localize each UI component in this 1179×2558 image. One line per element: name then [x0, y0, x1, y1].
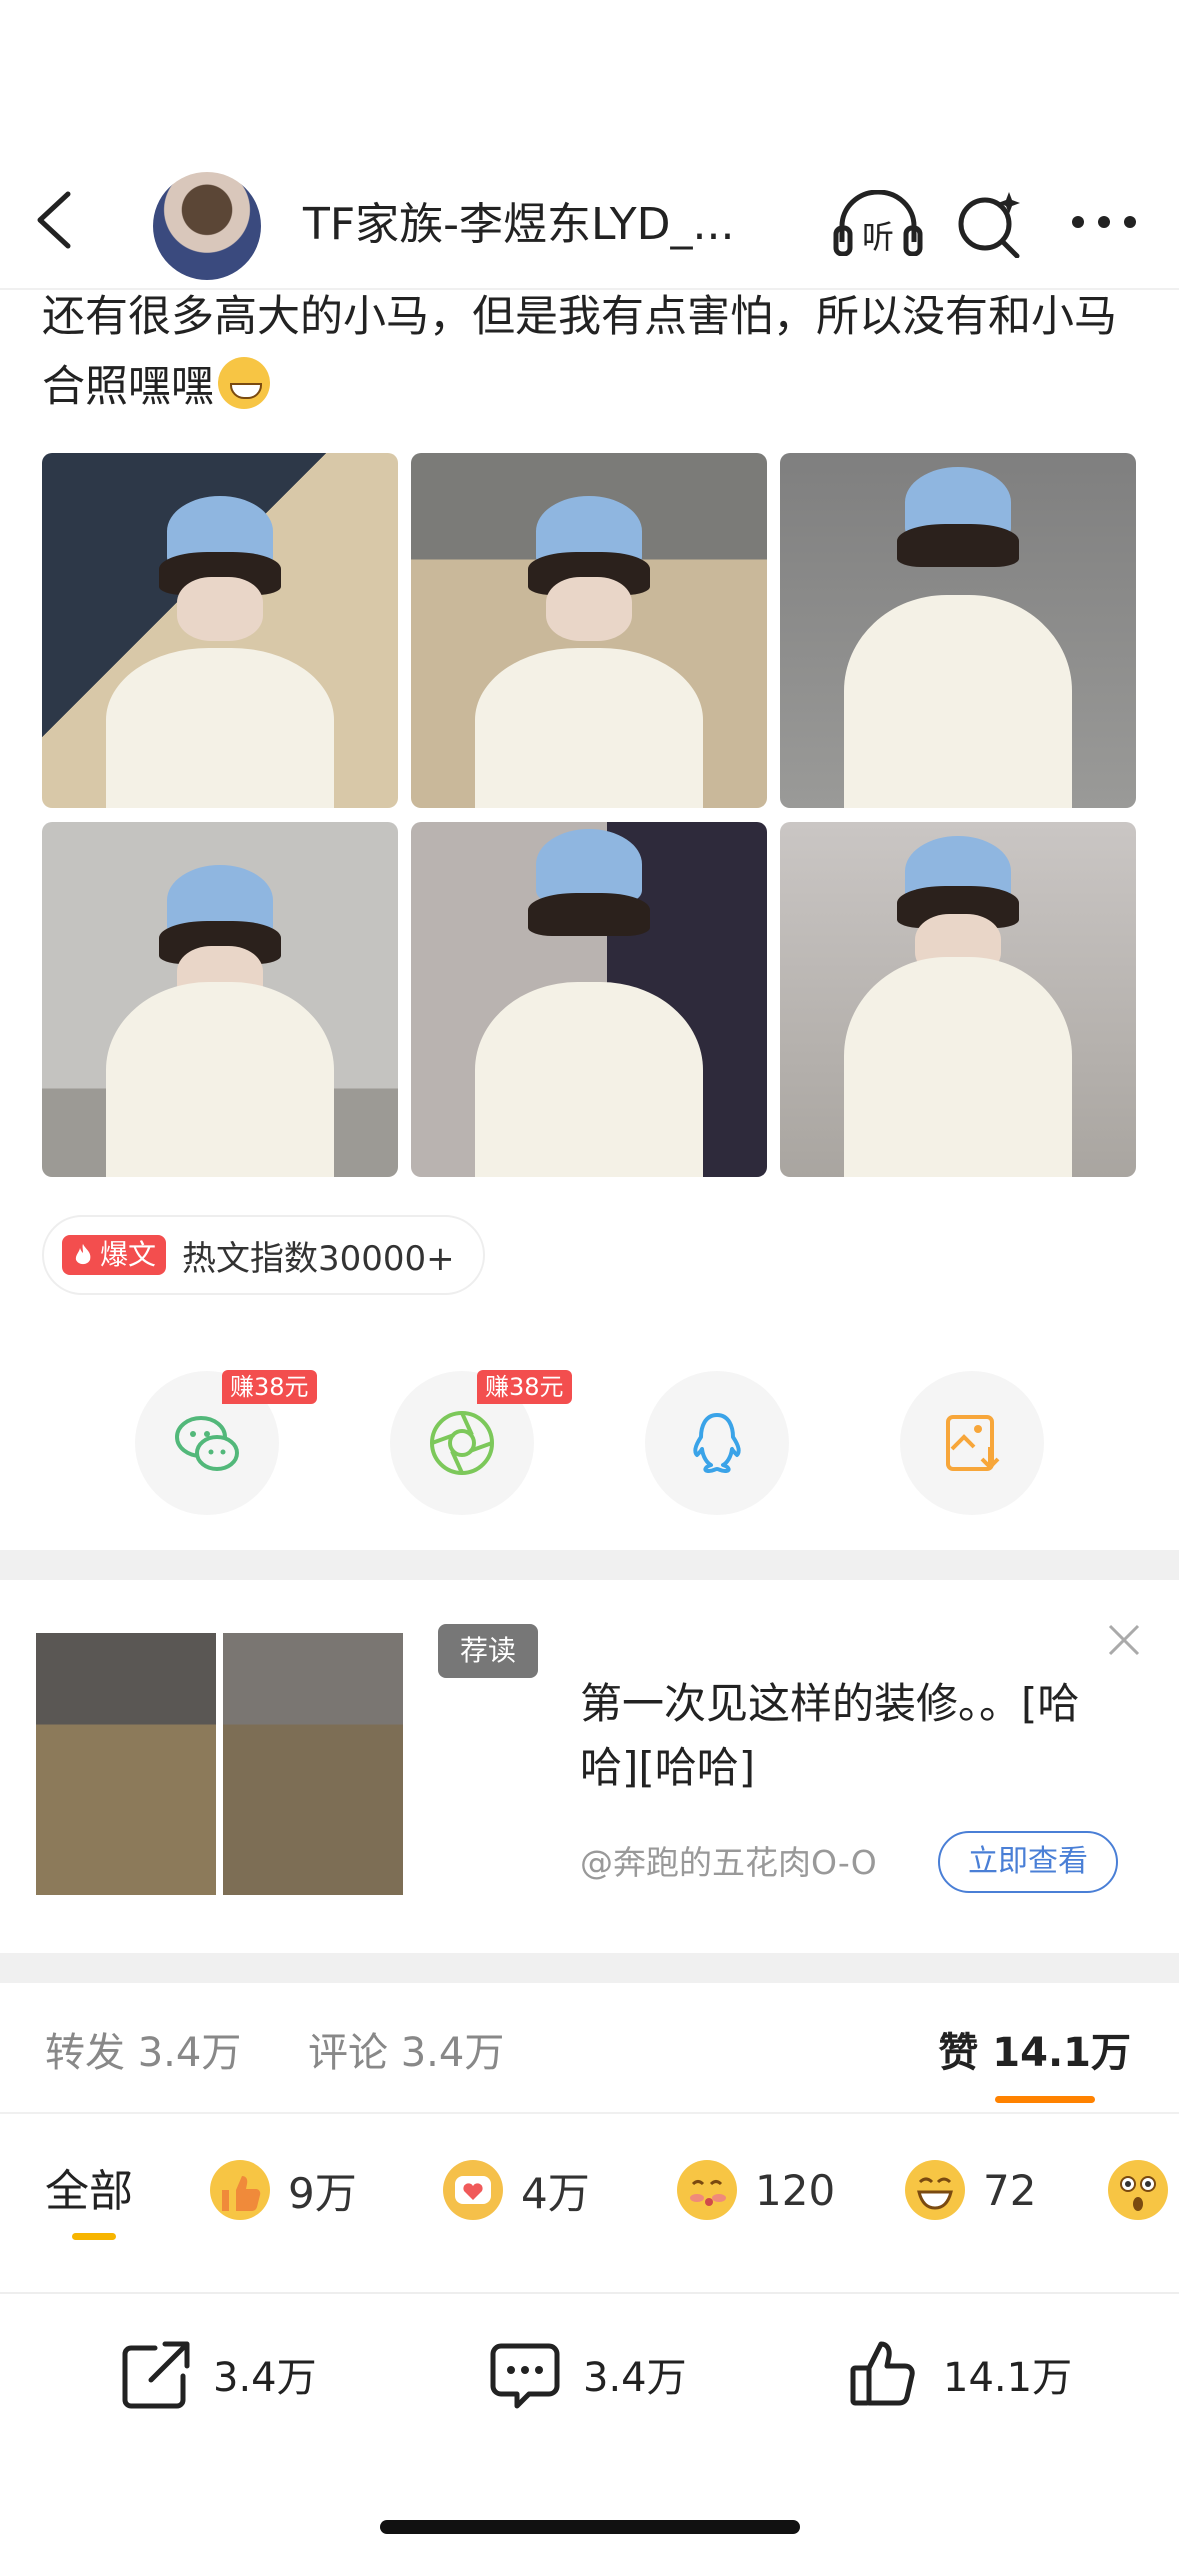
reaction-laugh[interactable]: 72 — [905, 2155, 1036, 2225]
photo-6[interactable] — [780, 822, 1136, 1177]
ad-image-1[interactable] — [36, 1633, 216, 1895]
listen-headphones-icon[interactable]: 听 — [832, 190, 924, 256]
top-nav-bar: TF家族-李煜东LYD_... 听 — [0, 150, 1179, 290]
tab-comment[interactable]: 评论 3.4万 — [308, 2020, 504, 2078]
reaction-filter-all[interactable]: 全部 — [45, 2155, 133, 2219]
search-sparkle-icon[interactable] — [955, 188, 1025, 258]
surprised-emoji-icon — [1108, 2160, 1168, 2220]
photo-3[interactable] — [780, 453, 1136, 808]
like-count: 14.1万 — [943, 2355, 1073, 2401]
share-arrow-icon — [122, 2341, 190, 2409]
photo-2[interactable] — [411, 453, 767, 808]
tab-like[interactable]: 赞 14.1万 — [938, 2020, 1131, 2078]
ad-author[interactable]: @奔跑的五花肉O-O — [580, 1836, 877, 1884]
post-body: 还有很多高大的小马，但是我有点害怕，所以没有和小马合照嘿嘿 — [42, 292, 1117, 412]
close-icon[interactable] — [1104, 1620, 1144, 1660]
page-title[interactable]: TF家族-李煜东LYD_... — [303, 188, 734, 252]
home-indicator[interactable] — [380, 2520, 800, 2534]
active-tab-indicator — [995, 2096, 1095, 2103]
comment-bubble-icon — [490, 2343, 560, 2409]
more-options-icon[interactable] — [1068, 210, 1140, 234]
reaction-active-indicator — [72, 2233, 116, 2240]
hot-tag: 爆文 — [62, 1235, 167, 1275]
like-button[interactable]: 14.1万 — [845, 2334, 1072, 2414]
divider — [0, 2112, 1179, 2114]
photo-4[interactable] — [42, 822, 398, 1177]
photo-5[interactable] — [411, 822, 767, 1177]
hot-article-badge[interactable]: 爆文 热文指数30000+ — [42, 1215, 485, 1295]
heart-face-emoji-icon — [443, 2160, 503, 2220]
qq-penguin-icon — [693, 1413, 741, 1473]
save-image-button[interactable] — [900, 1371, 1044, 1515]
back-arrow-icon[interactable] — [30, 190, 80, 250]
wechat-earn-badge: 赚38元 — [222, 1370, 317, 1404]
thumbs-up-icon — [850, 2341, 915, 2406]
reaction-thumbs-up[interactable]: 9万 — [210, 2155, 357, 2225]
repost-button[interactable]: 3.4万 — [115, 2334, 317, 2414]
laugh-emoji-icon — [905, 2160, 965, 2220]
listen-label: 听 — [862, 218, 894, 256]
section-separator — [0, 1953, 1179, 1983]
ad-title[interactable]: 第一次见这样的装修。。[哈哈][哈哈] — [580, 1672, 1100, 1800]
section-separator — [0, 1550, 1179, 1580]
wechat-icon — [175, 1416, 239, 1471]
share-qq-button[interactable] — [645, 1371, 789, 1515]
reaction-heart[interactable]: 4万 — [443, 2155, 590, 2225]
flame-icon — [75, 1244, 91, 1265]
photo-1[interactable] — [42, 453, 398, 808]
reaction-surprised[interactable] — [1108, 2155, 1179, 2225]
comment-count: 3.4万 — [583, 2355, 687, 2401]
hot-index-text: 热文指数30000+ — [182, 1238, 455, 1279]
moments-aperture-icon — [430, 1411, 494, 1475]
post-text: 还有很多高大的小马，但是我有点害怕，所以没有和小马合照嘿嘿 — [42, 282, 1142, 422]
comment-button[interactable]: 3.4万 — [485, 2334, 687, 2414]
bottom-action-bar: 3.4万 3.4万 14.1万 — [0, 2292, 1179, 2558]
ad-image-2[interactable] — [223, 1633, 403, 1895]
recommend-tag: 荐读 — [438, 1624, 538, 1678]
thumbs-up-emoji-icon — [210, 2160, 270, 2220]
kiss-face-emoji-icon — [677, 2160, 737, 2220]
repost-count: 3.4万 — [213, 2355, 317, 2401]
grinning-emoji-icon — [218, 357, 270, 409]
view-now-button[interactable]: 立即查看 — [938, 1831, 1118, 1893]
hot-tag-label: 爆文 — [100, 1238, 157, 1271]
moments-earn-badge: 赚38元 — [477, 1370, 572, 1404]
user-avatar[interactable] — [153, 172, 261, 280]
tab-repost[interactable]: 转发 3.4万 — [45, 2020, 241, 2078]
save-image-icon — [946, 1415, 1000, 1471]
reaction-kiss[interactable]: 120 — [677, 2155, 835, 2225]
